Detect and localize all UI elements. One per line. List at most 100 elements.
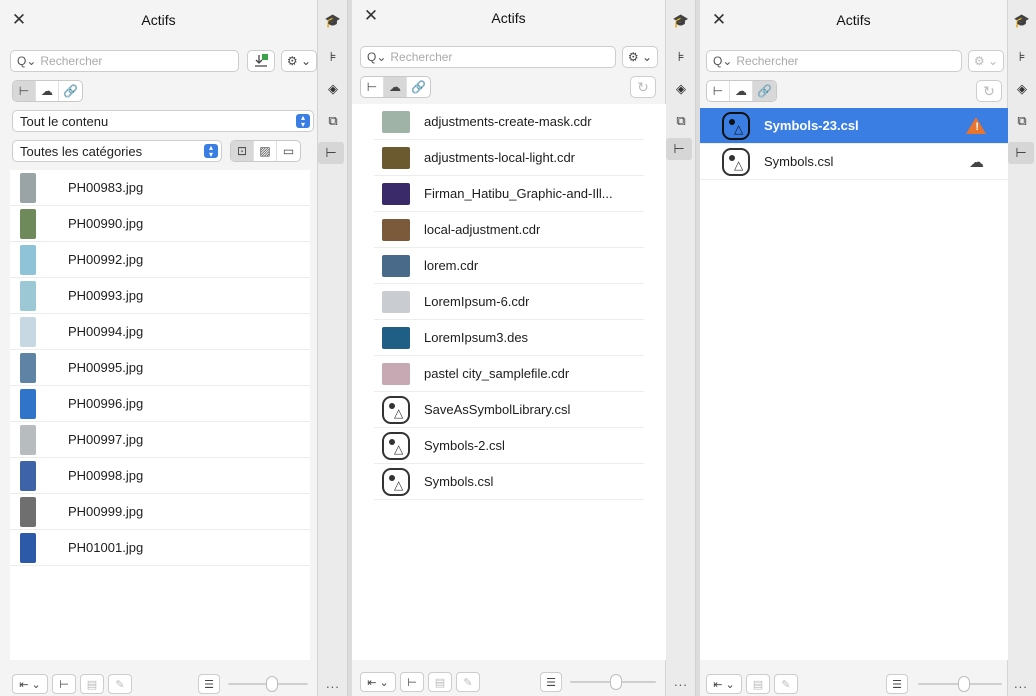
list-item[interactable]: adjustments-local-light.cdr [374, 140, 644, 176]
list-item[interactable]: PH00995.jpg [10, 350, 310, 386]
properties-icon[interactable]: ⊧ [672, 48, 690, 66]
list-view-button[interactable]: ☰ [886, 674, 908, 694]
list-item[interactable]: adjustments-create-mask.cdr [374, 104, 644, 140]
list-item[interactable]: Firman_Hatibu_Graphic-and-Ill... [374, 176, 644, 212]
learn-icon[interactable]: 🎓 [324, 12, 342, 30]
properties-icon[interactable]: ⊧ [324, 48, 342, 66]
cloud-view-icon[interactable]: ☁ [36, 81, 59, 101]
local-folder-button[interactable]: ⊢ [400, 672, 424, 692]
slider-knob[interactable] [958, 676, 970, 692]
export-button[interactable]: ⇤ ⌄ [706, 674, 742, 694]
thumbnail-size-slider[interactable] [570, 672, 656, 692]
list-item[interactable]: local-adjustment.cdr [374, 212, 644, 248]
list-item[interactable]: PH00992.jpg [10, 242, 310, 278]
learn-icon[interactable]: 🎓 [1013, 12, 1031, 30]
list-item[interactable]: △ Symbols.csl [374, 464, 644, 500]
list-item[interactable]: PH00996.jpg [10, 386, 310, 422]
list-item[interactable]: △ Symbols.csl ☁ [700, 144, 1008, 180]
import-icon [255, 54, 268, 67]
list-item[interactable]: PH00997.jpg [10, 422, 310, 458]
more-icon[interactable]: ... [674, 674, 688, 689]
cloud-view-icon[interactable]: ☁ [730, 81, 753, 101]
assets-icon[interactable]: ⊢ [1008, 142, 1034, 164]
list-item[interactable]: LoremIpsum3.des [374, 320, 644, 356]
search-input-box[interactable]: Q⌄ [360, 46, 616, 68]
settings-button[interactable]: ⚙ ⌄ [622, 46, 658, 68]
pages-icon[interactable]: ⧉ [1013, 112, 1031, 130]
refresh-button[interactable]: ↻ [976, 80, 1002, 102]
list-item[interactable]: PH01001.jpg [10, 530, 310, 566]
properties-icon[interactable]: ⊧ [1013, 48, 1031, 66]
folder-filter-icon[interactable]: ▭ [277, 141, 300, 161]
list-item[interactable]: PH00990.jpg [10, 206, 310, 242]
list-item[interactable]: PH00998.jpg [10, 458, 310, 494]
export-button[interactable]: ⇤ ⌄ [12, 674, 48, 694]
selected-list-item[interactable]: △ Symbols-23.csl! [700, 108, 1008, 144]
list-item[interactable]: PH00999.jpg [10, 494, 310, 530]
image-filter-icon[interactable]: ▨ [254, 141, 277, 161]
image-thumbnail-icon [20, 388, 36, 419]
image-thumbnail-icon [382, 146, 410, 169]
category-select[interactable]: Toutes les catégories ▴ ▾ [12, 140, 222, 162]
content-select[interactable]: Tout le contenu ▴ ▾ [12, 110, 314, 132]
slider-knob[interactable] [266, 676, 278, 692]
list-item-label: PH00992.jpg [68, 252, 144, 267]
local-folder-button[interactable]: ⊢ [52, 674, 76, 694]
edit-button[interactable]: ✎ [108, 674, 132, 694]
more-icon[interactable]: ... [326, 676, 340, 691]
local-view-icon[interactable]: ⊢ [361, 77, 384, 97]
properties-button[interactable]: ▤ [746, 674, 770, 694]
assets-icon[interactable]: ⊢ [666, 138, 692, 160]
search-input-box[interactable]: Q⌄ [706, 50, 962, 72]
list-view-button[interactable]: ☰ [198, 674, 220, 694]
import-button[interactable] [247, 50, 275, 72]
search-input[interactable] [40, 54, 232, 68]
thumbnail-size-slider[interactable] [228, 674, 308, 694]
link-view-icon[interactable]: 🔗 [753, 81, 776, 101]
settings-button[interactable]: ⚙ ⌄ [281, 50, 317, 72]
more-icon[interactable]: ... [1014, 676, 1028, 691]
local-view-icon[interactable]: ⊢ [13, 81, 36, 101]
gear-icon: ⚙ ⌄ [286, 54, 312, 68]
pages-icon[interactable]: ⧉ [324, 112, 342, 130]
layers-icon[interactable]: ◈ [672, 80, 690, 98]
local-view-icon[interactable]: ⊢ [707, 81, 730, 101]
image-thumbnail-icon [20, 208, 36, 239]
list-item-label: Firman_Hatibu_Graphic-and-Ill... [424, 186, 613, 201]
cloud-view-icon[interactable]: ☁ [384, 77, 407, 97]
list-item[interactable]: △ Symbols-2.csl [374, 428, 644, 464]
list-item[interactable]: lorem.cdr [374, 248, 644, 284]
slider-knob[interactable] [610, 674, 622, 690]
close-icon[interactable]: ✕ [362, 7, 380, 25]
link-view-icon[interactable]: 🔗 [407, 77, 430, 97]
layers-icon[interactable]: ◈ [1013, 80, 1031, 98]
refresh-button[interactable]: ↻ [630, 76, 656, 98]
search-input-box[interactable]: Q⌄ [10, 50, 239, 72]
image-thumbnail-icon [20, 352, 36, 383]
list-item[interactable]: △ SaveAsSymbolLibrary.csl [374, 392, 644, 428]
close-icon[interactable]: ✕ [710, 11, 728, 29]
learn-icon[interactable]: 🎓 [672, 12, 690, 30]
properties-button[interactable]: ▤ [428, 672, 452, 692]
search-input[interactable] [390, 50, 609, 64]
assets-icon[interactable]: ⊢ [318, 142, 344, 164]
list-item[interactable]: PH00994.jpg [10, 314, 310, 350]
settings-button[interactable]: ⚙ ⌄ [968, 50, 1004, 72]
layers-icon[interactable]: ◈ [324, 80, 342, 98]
vector-filter-icon[interactable]: ⊡ [231, 141, 254, 161]
list-item[interactable]: PH00983.jpg [10, 170, 310, 206]
edit-button[interactable]: ✎ [456, 672, 480, 692]
thumbnail-size-slider[interactable] [918, 674, 1002, 694]
close-icon[interactable]: ✕ [10, 11, 28, 29]
edit-button[interactable]: ✎ [774, 674, 798, 694]
image-thumbnail-icon [20, 496, 36, 527]
link-view-icon[interactable]: 🔗 [59, 81, 82, 101]
search-input[interactable] [736, 54, 955, 68]
export-button[interactable]: ⇤ ⌄ [360, 672, 396, 692]
list-item[interactable]: LoremIpsum-6.cdr [374, 284, 644, 320]
list-view-button[interactable]: ☰ [540, 672, 562, 692]
list-item[interactable]: PH00993.jpg [10, 278, 310, 314]
properties-button[interactable]: ▤ [80, 674, 104, 694]
pages-icon[interactable]: ⧉ [672, 112, 690, 130]
list-item[interactable]: pastel city_samplefile.cdr [374, 356, 644, 392]
